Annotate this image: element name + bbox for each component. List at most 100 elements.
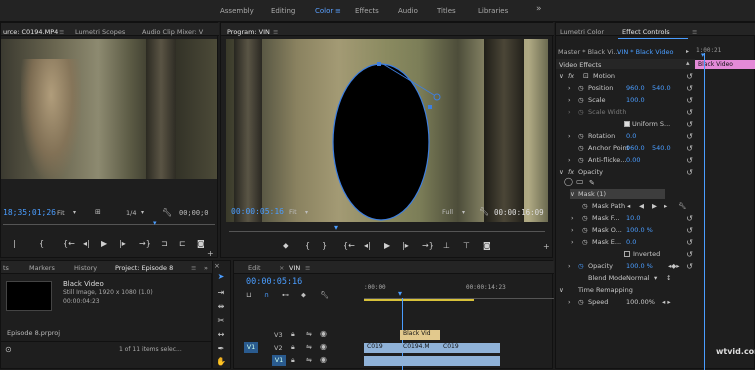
track-forward-frame-icon[interactable]: ▶ xyxy=(652,202,657,210)
menu-icon[interactable]: ≡ xyxy=(305,264,310,272)
ec-row-speed[interactable]: › ◷ Speed 100.00% ◂ ▸ xyxy=(556,297,696,309)
export-frame-icon[interactable]: ◙ xyxy=(483,242,491,250)
pen-mask-icon[interactable]: ✎ xyxy=(589,179,595,187)
ec-row-opacity-value[interactable]: › ◷ Opacity 100.0 % ◂◆▸ ↺ xyxy=(556,261,696,273)
lift-icon[interactable]: ⊥ xyxy=(443,242,450,250)
ec-row-mask-feather[interactable]: › ◷ Mask F... 10.0 ↺ xyxy=(556,213,696,225)
ec-row-blend-mode[interactable]: Blend Mode Normal ▾ ↕ xyxy=(556,273,696,285)
master-clip-label[interactable]: Master * Black Vi... xyxy=(558,48,620,56)
workspace-audio[interactable]: Audio xyxy=(398,7,418,15)
reset-icon[interactable]: ↺ xyxy=(686,214,693,223)
mask-ellipse[interactable] xyxy=(332,63,430,221)
tab-history[interactable]: History xyxy=(74,264,97,272)
play-icon[interactable]: ▶ xyxy=(384,242,390,250)
tab-audio-clip-mixer[interactable]: Audio Clip Mixer: V xyxy=(142,28,203,36)
reset-icon[interactable]: ↺ xyxy=(686,72,693,81)
anti-flicker-value[interactable]: 0.00 xyxy=(626,156,640,164)
inverted-checkbox[interactable] xyxy=(624,251,630,257)
timeline-settings-icon[interactable]: 🔧︎ xyxy=(320,291,329,299)
ec-row-mask-opacity[interactable]: › ◷ Mask O... 100.0 % ↺ xyxy=(556,225,696,237)
reset-icon[interactable]: ↺ xyxy=(686,144,693,153)
workspace-menu-icon[interactable]: ≡ xyxy=(335,7,341,15)
add-button-icon[interactable]: + xyxy=(543,242,550,251)
step-forward-icon[interactable]: |▸ xyxy=(402,242,409,250)
ec-row-position[interactable]: › ◷ Position 960.0 540.0 ↺ xyxy=(556,83,696,95)
reset-icon[interactable]: ↺ xyxy=(686,96,693,105)
timeline-playhead[interactable]: ▾ xyxy=(398,289,402,298)
workspace-libraries[interactable]: Libraries xyxy=(478,7,508,15)
menu-icon[interactable]: ≡ xyxy=(692,28,697,36)
program-timecode[interactable]: 00:00:05:16 xyxy=(231,207,284,216)
ec-playhead[interactable]: ▾ xyxy=(701,51,705,59)
track-select-tool-icon[interactable]: ⇥ xyxy=(216,288,226,298)
source-playhead[interactable]: ▾ xyxy=(153,219,157,227)
work-area-bar[interactable] xyxy=(364,299,474,301)
source-resolution-select[interactable]: 1/4 xyxy=(126,209,136,217)
tab-program[interactable]: Program: VIN xyxy=(227,28,270,36)
tab-lumetri-color[interactable]: Lumetri Color xyxy=(560,28,604,36)
chevron-down-icon[interactable]: ▾ xyxy=(73,209,76,216)
keyframe-nav-icon[interactable]: ◂◆▸ xyxy=(668,262,680,270)
ec-row-mask-expansion[interactable]: › ◷ Mask E... 0.0 ↺ xyxy=(556,237,696,249)
lock-icon[interactable]: 🔒︎ xyxy=(291,356,295,365)
track-v3[interactable]: V3 🔒︎ ⇋ ◉ Black Vid xyxy=(234,329,554,340)
go-to-out-icon[interactable]: →} xyxy=(139,240,151,248)
source-scrub-bar[interactable] xyxy=(3,224,215,225)
opacity-value[interactable]: 100.0 % xyxy=(626,262,653,270)
export-frame-icon[interactable]: ◙ xyxy=(197,240,205,248)
tab-edit[interactable]: Edit xyxy=(248,264,261,272)
ec-row-mask[interactable]: ∨ Mask (1) xyxy=(556,189,696,201)
mask-rotate-handle[interactable] xyxy=(433,93,441,101)
ec-row-anchor-point[interactable]: ◷ Anchor Point 960.0 540.0 ↺ xyxy=(556,143,696,155)
program-scrub-bar[interactable] xyxy=(229,231,545,232)
ec-row-rotation[interactable]: › ◷ Rotation 0.0 ↺ xyxy=(556,131,696,143)
source-patch-v1[interactable]: V1 xyxy=(244,342,258,353)
slip-tool-icon[interactable]: ↔ xyxy=(216,330,226,340)
selection-tool-icon[interactable]: ➤ xyxy=(216,272,226,282)
mark-out-icon[interactable]: } xyxy=(322,242,327,250)
scroll-up-icon[interactable]: ▴ xyxy=(686,59,690,67)
mark-in-icon[interactable]: { xyxy=(305,242,310,250)
chevron-down-icon[interactable]: ▾ xyxy=(462,209,465,216)
step-back-icon[interactable]: ◂| xyxy=(83,240,90,248)
pen-tool-icon[interactable]: ✒ xyxy=(216,344,226,354)
anchor-y-value[interactable]: 540.0 xyxy=(652,144,671,152)
tab-sequence-vin[interactable]: VIN xyxy=(289,264,300,272)
ec-row-uniform-scale[interactable]: Uniform S... ↺ xyxy=(556,119,696,131)
track-label-v1[interactable]: V1 xyxy=(272,355,286,366)
go-to-in-icon[interactable]: {← xyxy=(343,242,355,250)
sequence-clip-label[interactable]: VIN * Black Video xyxy=(617,48,673,56)
ec-row-scale[interactable]: › ◷ Scale 100.0 ↺ xyxy=(556,95,696,107)
play-icon[interactable]: ▶ xyxy=(101,240,107,248)
track-v1[interactable]: V1 🔒︎ ⇋ ◉ xyxy=(234,355,554,366)
reset-icon[interactable]: ↺ xyxy=(686,120,693,129)
menu-icon[interactable]: ≡ xyxy=(273,28,278,36)
razor-tool-icon[interactable]: ✂ xyxy=(216,316,226,326)
add-button-icon[interactable]: + xyxy=(207,249,214,258)
tab-source[interactable]: urce: C0194.MP4 xyxy=(3,28,58,36)
tab-project[interactable]: Project: Episode 8 xyxy=(115,264,173,272)
workspace-titles[interactable]: Titles xyxy=(437,7,456,15)
clip-v1[interactable] xyxy=(364,356,500,366)
close-icon[interactable]: × xyxy=(279,264,284,272)
menu-icon[interactable]: ≡ xyxy=(191,264,196,272)
mask-expansion-value[interactable]: 0.0 xyxy=(626,238,636,246)
overwrite-icon[interactable]: ⊏ xyxy=(179,240,186,248)
program-playhead[interactable]: ▾ xyxy=(334,223,338,232)
source-timecode[interactable]: 18;35;01;26 xyxy=(3,208,56,217)
ellipse-mask-icon[interactable]: ◯ xyxy=(564,177,573,186)
go-to-out-icon[interactable]: →} xyxy=(422,242,434,250)
eye-icon[interactable]: ◉ xyxy=(320,329,327,338)
workspace-assembly[interactable]: Assembly xyxy=(220,7,254,15)
search-icon[interactable]: ⊙ xyxy=(5,345,12,354)
add-marker-icon[interactable]: ⬥ xyxy=(301,291,306,300)
position-y-value[interactable]: 540.0 xyxy=(652,84,671,92)
program-quality-select[interactable]: Full xyxy=(442,208,453,216)
ripple-edit-tool-icon[interactable]: ⇹ xyxy=(216,302,226,312)
program-fit-select[interactable]: Fit xyxy=(289,208,297,216)
step-forward-icon[interactable]: |▸ xyxy=(119,240,126,248)
reset-icon[interactable]: ↺ xyxy=(686,132,693,141)
ec-row-mask-path[interactable]: ◷ Mask Path ◂ ◀ ▶ ▸ 🔧︎ xyxy=(556,201,696,213)
mark-out-icon[interactable]: { xyxy=(39,240,44,248)
mask-opacity-value[interactable]: 100.0 % xyxy=(626,226,653,234)
